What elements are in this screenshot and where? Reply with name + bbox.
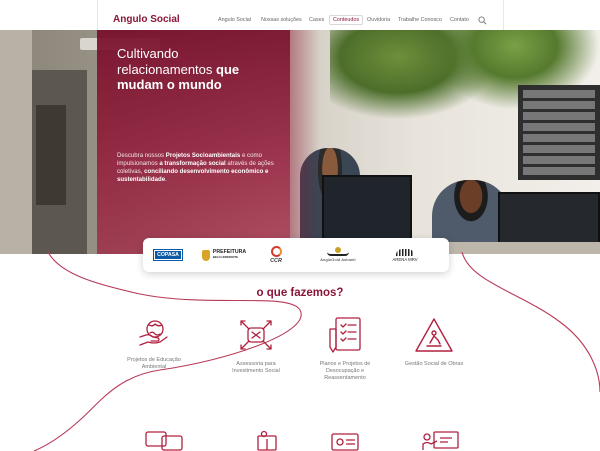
partner-name: PREFEITURA BELO HORIZONTE xyxy=(212,249,246,260)
service-label: Projetos de Educação Ambiental xyxy=(127,357,181,370)
partner-logo-ccr[interactable]: CCR xyxy=(263,238,289,272)
hero-text: Descubra nossos xyxy=(117,152,166,159)
chat-bubbles-icon xyxy=(145,431,183,451)
site-logo[interactable]: Angulo Social xyxy=(113,14,180,25)
nav-item-angulo-social[interactable]: Angulo Social xyxy=(218,17,251,23)
nav-item-contato[interactable]: Contato xyxy=(450,17,469,23)
partners-logo-strip: COPASA PREFEITURA BELO HORIZONTE CCR Ang… xyxy=(143,238,449,272)
service-label: Planos e Projetos de Desocupação e Reass… xyxy=(319,361,371,381)
hero-photo-doorway-inner xyxy=(36,105,66,205)
stadium-icon xyxy=(396,248,414,256)
warning-sign-icon xyxy=(415,318,453,352)
hero-photo-monitor xyxy=(322,175,412,245)
partner-name-line: BELO HORIZONTE xyxy=(212,255,238,259)
hero-text: . xyxy=(165,176,167,183)
checklist-icon xyxy=(329,317,361,353)
nav-item-nossas-solucoes[interactable]: Nossas soluções xyxy=(261,17,302,23)
hero-photo-wall xyxy=(0,30,32,254)
service-label: Assessoria para Investimento Social xyxy=(232,361,280,374)
hero-title-highlight: mudam o mundo xyxy=(117,77,222,92)
hero-banner xyxy=(0,30,600,254)
services-section-title: o que fazemos? xyxy=(256,287,344,299)
partner-name: COPASA xyxy=(153,249,183,261)
logo-text: Angulo Social xyxy=(113,14,180,25)
partner-name: AngloGold Ashanti xyxy=(320,257,356,262)
anglogold-mark-icon xyxy=(327,247,349,256)
nav-item-trabalhe-conosco[interactable]: Trabalhe Conosco xyxy=(398,17,442,23)
search-icon[interactable] xyxy=(478,16,487,25)
hero-photo-shelf-cells xyxy=(523,90,595,175)
partner-logo-prefeitura-bh[interactable]: PREFEITURA BELO HORIZONTE xyxy=(200,238,248,272)
partner-name: ARENA MRV xyxy=(392,256,418,262)
ccr-swirl-icon xyxy=(270,246,282,257)
hero-text-bold: a transformação social xyxy=(159,160,226,167)
hero-title-line: relacionamentos xyxy=(117,61,213,77)
crest-icon xyxy=(201,249,210,261)
joined-hands-icon xyxy=(240,320,272,350)
partner-logo-arena-mrv[interactable]: ARENA MRV xyxy=(385,238,425,272)
top-navigation-bar xyxy=(0,0,600,30)
nav-item-cases[interactable]: Cases xyxy=(309,17,324,23)
nav-item-conteudos[interactable]: Conteudos xyxy=(329,15,364,25)
partner-logo-copasa[interactable]: COPASA xyxy=(152,238,184,272)
hero-title: Cultivando relacionamentos que mudam o m… xyxy=(117,46,277,93)
service-gestao-social-obras[interactable]: Gestão Social de Obras xyxy=(402,315,466,368)
teaching-board-icon xyxy=(422,431,459,450)
hero-title-highlight: que xyxy=(216,61,240,77)
decorative-curve xyxy=(33,252,600,451)
partner-logo-anglogold[interactable]: AngloGold Ashanti xyxy=(307,238,369,272)
presentation-icon xyxy=(331,433,359,451)
service-investimento-social[interactable]: Assessoria para Investimento Social xyxy=(224,315,288,375)
nav-item-ouvidoria[interactable]: Ouvidoria xyxy=(367,17,390,23)
partner-name: CCR xyxy=(270,258,282,264)
hero-description: Descubra nossos Projetos Socioambientais… xyxy=(117,152,277,184)
hero-overlay-fade xyxy=(290,30,320,254)
service-educacao-ambiental[interactable]: Projetos de Educação Ambiental xyxy=(122,315,186,371)
service-desocupacao-reassentamento[interactable]: Planos e Projetos de Desocupação e Reass… xyxy=(310,315,380,381)
hands-globe-icon xyxy=(139,320,168,346)
hero-title-line: Cultivando xyxy=(117,46,179,61)
reading-person-icon xyxy=(257,430,277,451)
service-label: Gestão Social de Obras xyxy=(404,361,464,367)
hero-text-bold: Projetos Socioambientais xyxy=(165,152,241,159)
